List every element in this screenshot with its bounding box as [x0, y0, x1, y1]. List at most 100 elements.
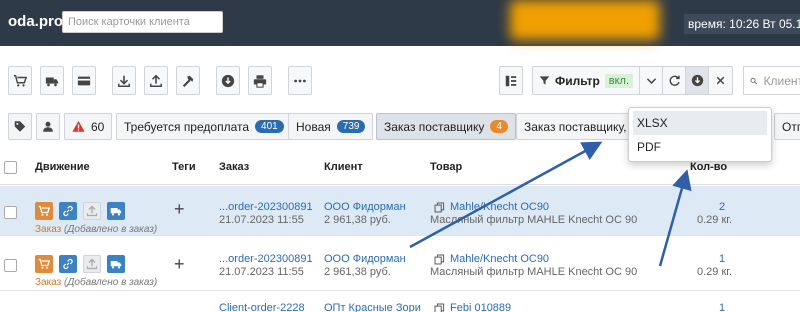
col-order-header[interactable]: Заказ — [219, 161, 249, 173]
user-icon — [43, 121, 53, 132]
order-search-input[interactable]: Клиент — [743, 66, 800, 95]
qty-weight: 0.29 кг. — [697, 266, 733, 278]
col-qty-header[interactable]: Кол-во — [690, 161, 727, 173]
copy-icon[interactable] — [434, 254, 445, 265]
chevron-down-icon — [646, 78, 656, 84]
circle-download-icon — [221, 74, 235, 87]
order-date: 21.07.2023 11:55 — [219, 214, 304, 226]
delivery-action-button[interactable] — [107, 202, 125, 220]
problem-filter-chip[interactable]: 60 — [64, 113, 113, 140]
product-description: Масляный фильтр MAHLE Knecht OC 90 — [430, 266, 638, 278]
link-action-button[interactable] — [59, 255, 77, 273]
order-number-link[interactable]: Client-order-2228 — [219, 302, 305, 312]
truck-icon — [45, 77, 59, 86]
cart-button[interactable] — [8, 66, 32, 95]
upload-icon — [86, 258, 98, 270]
product-description: Масляный фильтр MAHLE Knecht OC 90 — [430, 214, 638, 226]
copy-icon[interactable] — [434, 303, 445, 312]
col-product-header[interactable]: Товар — [430, 161, 462, 173]
order-number-link[interactable]: ...order-202300891 — [219, 201, 313, 213]
upload-icon — [150, 74, 162, 87]
payment-button[interactable] — [72, 66, 96, 95]
more-button[interactable] — [288, 66, 312, 95]
status-note: (Добавлено в заказ) — [64, 277, 158, 288]
export-pdf-option[interactable]: PDF — [629, 135, 771, 159]
add-tag-button[interactable]: + — [174, 199, 185, 220]
row-checkbox[interactable] — [4, 259, 17, 272]
row-checkbox[interactable] — [4, 206, 17, 219]
product-link[interactable]: Mahle/Knecht OC90 — [450, 253, 549, 265]
shipment-filter-chip[interactable]: Отгр — [774, 113, 800, 140]
client-link[interactable]: ОПт Красные Зори — [324, 302, 421, 312]
filter-label: Фильтр — [555, 73, 600, 88]
more-dots-icon — [294, 79, 306, 82]
columns-button[interactable] — [499, 66, 523, 95]
new-label: Новая — [296, 119, 331, 134]
print-button[interactable] — [248, 66, 272, 95]
clear-filter-button[interactable] — [709, 67, 732, 94]
qty-link[interactable]: 2 — [719, 201, 725, 213]
funnel-icon — [539, 76, 550, 85]
product-link[interactable]: Mahle/Knecht OC90 — [450, 201, 549, 213]
export-dropdown-menu: XLSX PDF — [628, 107, 772, 162]
export-xlsx-option[interactable]: XLSX — [633, 111, 767, 135]
filter-group: Фильтр вкл. — [532, 66, 734, 95]
tags-filter-chip[interactable] — [8, 113, 32, 140]
cart-action-button[interactable] — [35, 202, 53, 220]
product-cell: Mahle/Knecht OC90 — [434, 201, 549, 213]
supplier-order-2-filter-chip[interactable]: Заказ поставщику, с — [516, 113, 634, 140]
new-filter-chip[interactable]: Новая 739 — [288, 113, 374, 140]
table-row[interactable]: Заказ (Добавлено в заказ) + ...order-202… — [0, 186, 800, 236]
search-icon — [750, 77, 758, 84]
cart-action-button[interactable] — [35, 255, 53, 273]
prepay-count-badge: 401 — [255, 120, 284, 133]
refresh-button[interactable] — [663, 67, 687, 94]
qty-link[interactable]: 1 — [719, 302, 725, 312]
prepay-filter-chip[interactable]: Требуется предоплата 401 — [116, 113, 292, 140]
link-action-button[interactable] — [59, 202, 77, 220]
delivery-button[interactable] — [40, 66, 64, 95]
client-search-input[interactable] — [62, 11, 223, 33]
col-tags-header[interactable]: Теги — [172, 161, 196, 173]
supplier-order-count-badge: 4 — [490, 120, 508, 133]
product-cell: Mahle/Knecht OC90 — [434, 253, 549, 265]
prepay-label: Требуется предоплата — [124, 119, 250, 134]
product-cell: Febi 010889 — [434, 302, 511, 312]
brand-logo[interactable]: oda.pro — [8, 13, 63, 30]
status-note: (Добавлено в заказ) — [64, 224, 158, 235]
row-status: Заказ (Добавлено в заказ) — [35, 224, 157, 235]
cart-icon — [38, 258, 50, 269]
add-tag-button[interactable]: + — [174, 254, 185, 275]
status-text: Заказ — [35, 224, 62, 235]
order-number-link[interactable]: ...order-202300891 — [219, 253, 313, 265]
blurred-area — [510, 0, 660, 40]
upload-button[interactable] — [144, 66, 168, 95]
product-link[interactable]: Febi 010889 — [450, 302, 511, 312]
client-link[interactable]: ООО Фидорман — [324, 253, 406, 265]
printer-icon — [253, 74, 267, 88]
table-row[interactable]: Заказ (Добавлено в заказ) + ...order-202… — [0, 237, 800, 291]
import-button[interactable] — [216, 66, 240, 95]
qty-link[interactable]: 1 — [719, 253, 725, 265]
tools-button[interactable] — [176, 66, 200, 95]
select-all-checkbox[interactable] — [4, 161, 17, 174]
warning-icon — [72, 120, 85, 132]
col-client-header[interactable]: Клиент — [324, 161, 363, 173]
credit-card-icon — [77, 76, 91, 85]
col-movement-header[interactable]: Движение — [35, 161, 90, 173]
filter-button[interactable]: Фильтр вкл. — [533, 67, 641, 94]
download-button[interactable] — [112, 66, 136, 95]
upload-action-button[interactable] — [83, 202, 101, 220]
cart-icon — [13, 74, 27, 87]
filter-dropdown-button[interactable] — [640, 67, 664, 94]
upload-action-button[interactable] — [83, 255, 101, 273]
row-status: Заказ (Добавлено в заказ) — [35, 277, 157, 288]
truck-icon — [110, 208, 122, 216]
client-link[interactable]: ООО Фидорман — [324, 201, 406, 213]
table-row[interactable]: Client-order-2228 ОПт Красные Зори Febi … — [0, 292, 800, 312]
supplier-order-filter-chip[interactable]: Заказ поставщику 4 — [376, 113, 516, 140]
export-button[interactable] — [686, 67, 710, 94]
user-filter-chip[interactable] — [36, 113, 60, 140]
delivery-action-button[interactable] — [107, 255, 125, 273]
copy-icon[interactable] — [434, 202, 445, 213]
